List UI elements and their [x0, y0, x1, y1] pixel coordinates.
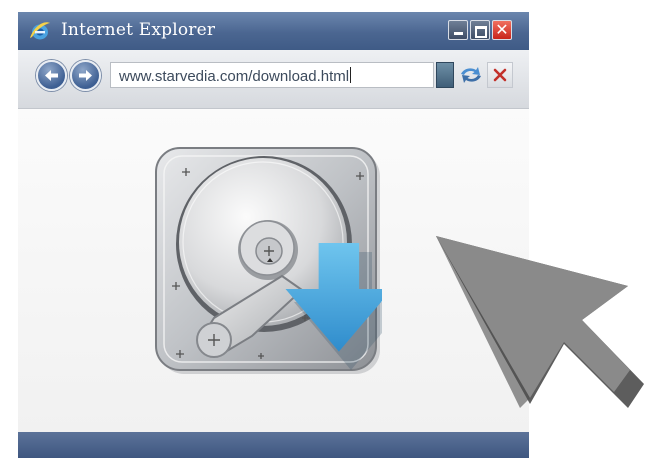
- hard-drive-illustration: [155, 147, 382, 374]
- title-bar[interactable]: Internet Explorer ✕: [18, 12, 529, 50]
- forward-arrow-icon: [79, 70, 92, 81]
- close-button[interactable]: ✕: [492, 20, 512, 40]
- close-icon: ✕: [495, 20, 509, 39]
- status-bar: [18, 432, 529, 458]
- url-value: www.starvedia.com/download.html: [119, 68, 350, 85]
- stop-button[interactable]: [487, 62, 513, 88]
- go-button[interactable]: [436, 62, 454, 88]
- forward-button[interactable]: [70, 60, 101, 91]
- address-bar[interactable]: www.starvedia.com/download.html: [110, 62, 434, 88]
- text-caret: [350, 67, 352, 83]
- navigation-toolbar: www.starvedia.com/download.html: [18, 50, 529, 109]
- maximize-button[interactable]: [470, 20, 490, 40]
- back-arrow-icon: [45, 70, 58, 81]
- ie-logo-icon: [30, 22, 50, 40]
- refresh-icon[interactable]: [459, 64, 483, 86]
- back-button[interactable]: [36, 60, 67, 91]
- mouse-cursor-icon: [436, 236, 644, 408]
- minimize-button[interactable]: [448, 20, 468, 40]
- address-text: www.starvedia.com/download.html: [119, 67, 352, 85]
- stop-icon: [493, 68, 507, 82]
- window-title: Internet Explorer: [61, 20, 216, 40]
